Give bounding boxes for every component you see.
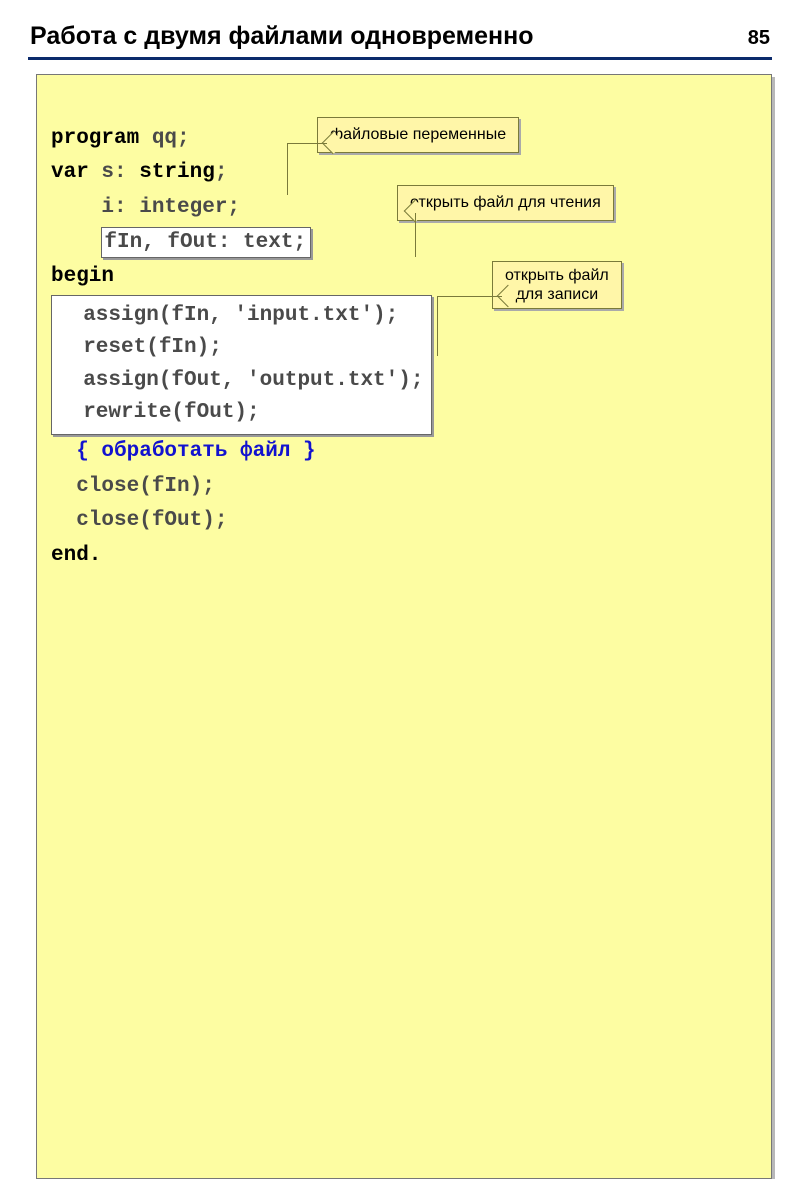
- callout-connector: [415, 213, 416, 257]
- callout-text: для записи: [516, 286, 599, 303]
- code-text: close(fIn);: [51, 475, 227, 498]
- code-text: [51, 440, 76, 463]
- kw-begin: begin: [51, 265, 114, 288]
- kw-end: end.: [51, 544, 101, 567]
- callout-connector: [437, 296, 502, 297]
- callout-text: открыть файл для чтения: [410, 194, 601, 211]
- code-block: program qq; var s: string; i: integer; f…: [36, 74, 772, 1179]
- code-text: [51, 231, 101, 254]
- code-text: rewrite(fOut);: [58, 401, 260, 424]
- highlight-open-block: assign(fIn, 'input.txt'); reset(fIn); as…: [51, 295, 432, 435]
- slide-header: Работа с двумя файлами одновременно 85: [0, 0, 800, 57]
- callout-open-read: открыть файл для чтения: [397, 185, 614, 221]
- code-text: reset(fIn);: [58, 336, 222, 359]
- highlight-file-vars: fIn, fOut: text;: [101, 227, 311, 258]
- code-text: assign(fOut, 'output.txt');: [58, 369, 423, 392]
- code-text: ;: [215, 161, 228, 184]
- code-text: qq;: [139, 127, 189, 150]
- code-text: assign(fIn, 'input.txt');: [58, 304, 398, 327]
- callout-text: файловые переменные: [330, 126, 506, 143]
- kw-program: program: [51, 127, 139, 150]
- code-text: s:: [89, 161, 139, 184]
- kw-string: string: [139, 161, 215, 184]
- header-rule: [28, 57, 772, 60]
- callout-connector: [287, 143, 288, 195]
- callout-text: открыть файл: [505, 267, 609, 284]
- page-number: 85: [748, 27, 770, 50]
- code-comment: { обработать файл }: [76, 440, 315, 463]
- callout-file-vars: файловые переменные: [317, 117, 519, 153]
- callout-connector: [287, 143, 327, 144]
- slide-title: Работа с двумя файлами одновременно: [30, 22, 748, 51]
- code-text: close(fOut);: [51, 509, 227, 532]
- code-text: i: integer;: [51, 196, 240, 219]
- kw-var: var: [51, 161, 89, 184]
- callout-connector: [437, 296, 438, 356]
